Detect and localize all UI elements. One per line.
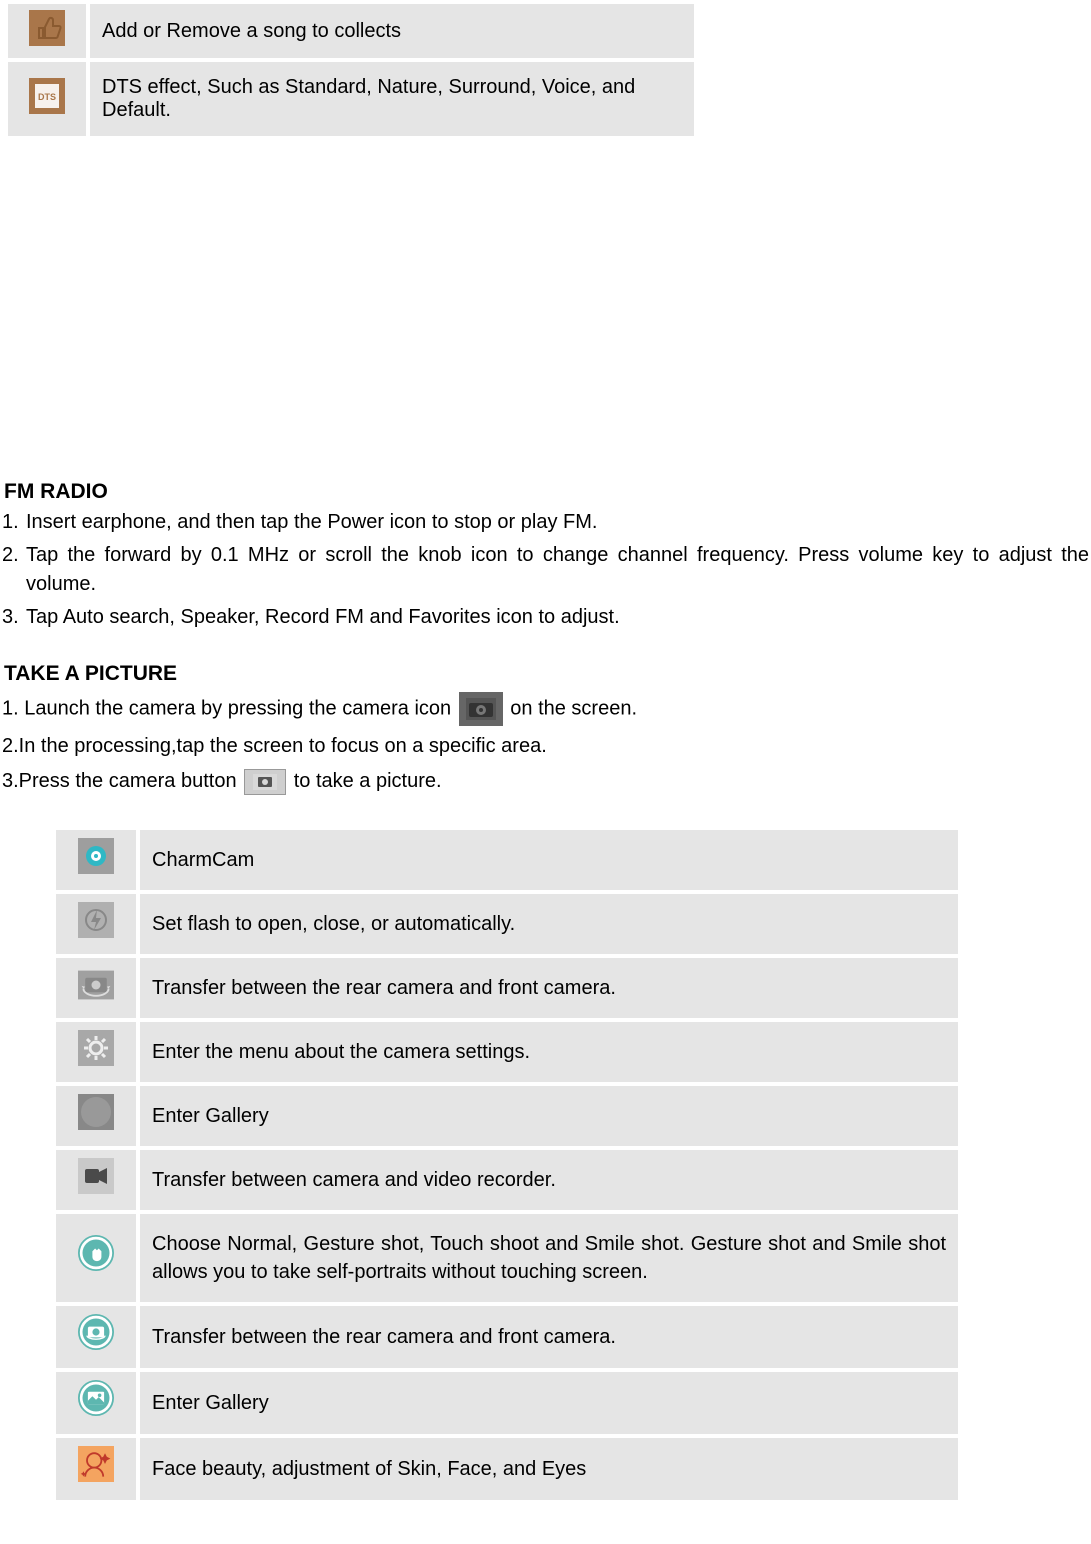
icon-description: Set flash to open, close, or automatical… xyxy=(140,894,958,954)
list-item: 3.Tap Auto search, Speaker, Record FM an… xyxy=(2,603,1089,632)
icon-description: Transfer between camera and video record… xyxy=(140,1150,958,1210)
table-row: Add or Remove a song to collects xyxy=(8,4,694,58)
table-row: Enter Gallery xyxy=(56,1086,958,1146)
switch-camera-icon xyxy=(78,967,114,1003)
icon-description: Face beauty, adjustment of Skin, Face, a… xyxy=(140,1438,958,1500)
charmcam-icon xyxy=(78,838,114,874)
icon-cell: DTS xyxy=(8,62,86,136)
table-row: Face beauty, adjustment of Skin, Face, a… xyxy=(56,1438,958,1500)
table-row: CharmCam xyxy=(56,830,958,890)
thumbs-up-icon xyxy=(29,10,65,46)
step-line: 2.In the processing,tap the screen to fo… xyxy=(2,732,1089,761)
switch-camera-teal-icon xyxy=(78,1314,114,1350)
table-row: Transfer between the rear camera and fro… xyxy=(56,958,958,1018)
music-icons-table: Add or Remove a song to collects DTS DTS… xyxy=(4,0,698,140)
gallery-gray-icon xyxy=(78,1094,114,1130)
table-row: Enter Gallery xyxy=(56,1372,958,1434)
table-row: Set flash to open, close, or automatical… xyxy=(56,894,958,954)
list-item: 2.Tap the forward by 0.1 MHz or scroll t… xyxy=(2,541,1089,599)
take-a-picture-section: TAKE A PICTURE 1. Launch the camera by p… xyxy=(2,662,1089,796)
icon-cell xyxy=(56,958,136,1018)
table-row: Choose Normal, Gesture shot, Touch shoot… xyxy=(56,1214,958,1302)
table-row: Transfer between camera and video record… xyxy=(56,1150,958,1210)
icon-description: Enter Gallery xyxy=(140,1372,958,1434)
step-line: 3.Press the camera button to take a pict… xyxy=(2,767,1089,796)
list-item: 1.Insert earphone, and then tap the Powe… xyxy=(2,508,1089,537)
face-beauty-icon xyxy=(78,1446,114,1482)
icon-cell xyxy=(56,1214,136,1302)
icon-cell xyxy=(8,4,86,58)
video-recorder-icon xyxy=(78,1158,114,1194)
svg-text:DTS: DTS xyxy=(38,92,56,102)
table-row: Transfer between the rear camera and fro… xyxy=(56,1306,958,1368)
icon-description: CharmCam xyxy=(140,830,958,890)
icon-description: Add or Remove a song to collects xyxy=(90,4,694,58)
step-line: 1. Launch the camera by pressing the cam… xyxy=(2,692,1089,726)
icon-cell xyxy=(56,1306,136,1368)
icon-cell xyxy=(56,1150,136,1210)
icon-cell xyxy=(56,1372,136,1434)
take-a-picture-heading: TAKE A PICTURE xyxy=(2,662,1089,686)
gallery-teal-icon xyxy=(78,1380,114,1416)
settings-gear-icon xyxy=(78,1030,114,1066)
camera-icons-table: CharmCam Set flash to open, close, or au… xyxy=(52,826,962,1504)
flash-icon xyxy=(78,902,114,938)
gesture-shot-icon xyxy=(78,1235,114,1271)
icon-cell xyxy=(56,894,136,954)
dts-icon: DTS xyxy=(29,78,65,114)
icon-description: DTS effect, Such as Standard, Nature, Su… xyxy=(90,62,694,136)
fm-radio-section: FM RADIO 1.Insert earphone, and then tap… xyxy=(0,480,1091,1504)
icon-description: Enter the menu about the camera settings… xyxy=(140,1022,958,1082)
icon-cell xyxy=(56,1022,136,1082)
icon-description: Enter Gallery xyxy=(140,1086,958,1146)
icon-cell xyxy=(56,1438,136,1500)
icon-description: Transfer between the rear camera and fro… xyxy=(140,958,958,1018)
camera-app-icon xyxy=(459,692,503,726)
icon-description: Transfer between the rear camera and fro… xyxy=(140,1306,958,1368)
icon-cell xyxy=(56,1086,136,1146)
table-row: Enter the menu about the camera settings… xyxy=(56,1022,958,1082)
fm-radio-heading: FM RADIO xyxy=(2,480,1089,504)
camera-shutter-icon xyxy=(244,769,286,795)
icon-description: Choose Normal, Gesture shot, Touch shoot… xyxy=(140,1214,958,1302)
icon-cell xyxy=(56,830,136,890)
table-row: DTS DTS effect, Such as Standard, Nature… xyxy=(8,62,694,136)
